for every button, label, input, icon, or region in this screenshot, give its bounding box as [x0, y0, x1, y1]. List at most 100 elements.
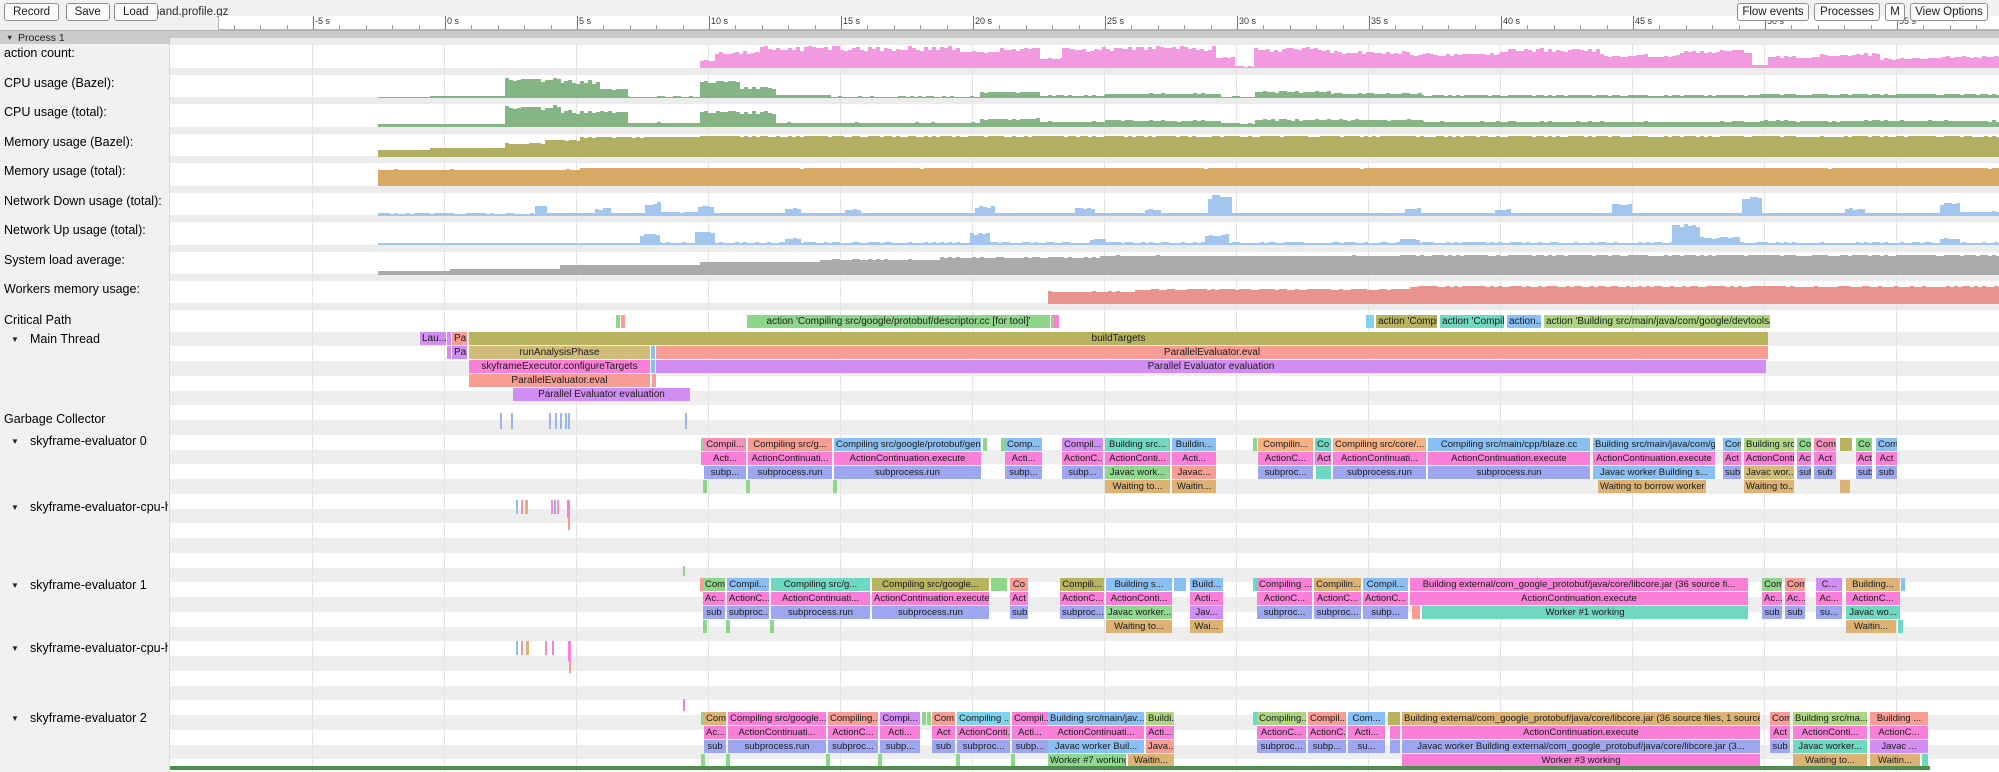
trace-event-bar[interactable]: action 'Compili... — [1440, 315, 1504, 328]
trace-event-bar[interactable]: subprocess.run — [771, 606, 870, 619]
trace-event-bar[interactable]: Parallel Evaluator evaluation — [656, 360, 1766, 373]
trace-event-bar[interactable]: su... — [1816, 606, 1842, 619]
trace-event-bar[interactable]: Compil... — [727, 578, 769, 591]
trace-event-bar[interactable]: Waitin... — [1172, 480, 1216, 493]
trace-event-sliver[interactable] — [726, 620, 730, 633]
trace-event-bar[interactable]: Jav... — [1190, 606, 1223, 619]
flow-events-button[interactable]: Flow events — [1737, 3, 1809, 21]
trace-event-bar[interactable]: Co — [1856, 438, 1872, 451]
sidebar-row-main-thread[interactable]: ▼Main Thread — [0, 332, 168, 347]
view-options-button[interactable]: View Options — [1910, 3, 1988, 21]
trace-event-bar[interactable]: ActionContinuation.execute — [1593, 452, 1715, 465]
trace-event-sliver[interactable] — [1390, 740, 1400, 753]
trace-event-bar[interactable]: Waiting to... — [1106, 620, 1172, 633]
trace-event-bar[interactable]: ActionC... — [828, 726, 878, 739]
trace-event-bar[interactable]: Building src... — [1105, 438, 1170, 451]
trace-event-bar[interactable]: ActionContinuati... — [1333, 452, 1426, 465]
trace-event-bar[interactable]: skyframeExecutor.configureTargets — [469, 360, 650, 373]
trace-event-bar[interactable]: Acti... — [1005, 452, 1042, 465]
trace-event-bar[interactable]: Javac... — [1172, 466, 1216, 479]
trace-event-bar[interactable]: action 'Compiling src/google/protobuf/de… — [747, 315, 1050, 328]
trace-event-bar[interactable]: Compiling src/google... — [728, 712, 826, 725]
trace-event-bar[interactable]: Compiling ... — [1257, 578, 1312, 591]
trace-event-sliver[interactable] — [922, 712, 926, 725]
counter-chart-action-count[interactable] — [170, 45, 1999, 68]
trace-event-bar[interactable]: sub — [1785, 606, 1805, 619]
counter-chart-memory-usage-total-[interactable] — [170, 163, 1999, 186]
gc-event-tick[interactable] — [511, 413, 513, 429]
processes-button[interactable]: Processes — [1814, 3, 1880, 21]
trace-event-bar[interactable]: Co — [1315, 438, 1331, 451]
trace-event-bar[interactable]: subprocess.run — [834, 466, 981, 479]
trace-event-bar[interactable]: ActionContinuati... — [771, 592, 870, 605]
trace-event-bar[interactable]: Com — [1785, 578, 1805, 591]
trace-event-sliver[interactable] — [1840, 438, 1852, 451]
trace-event-bar[interactable]: sub — [1814, 466, 1836, 479]
gc-event-tick[interactable] — [560, 413, 562, 429]
trace-event-bar[interactable]: Acti... — [1348, 726, 1385, 739]
trace-event-sliver[interactable] — [1412, 606, 1420, 619]
trace-event-bar[interactable]: sub — [1010, 606, 1028, 619]
trace-event-bar[interactable]: ActionConti... — [1106, 592, 1172, 605]
trace-event-bar[interactable]: sub — [704, 740, 726, 753]
counter-chart-network-down-usage-total-[interactable] — [170, 193, 1999, 216]
trace-event-bar[interactable]: ActionContinuati... — [748, 452, 832, 465]
cpu-heavy-event-tick[interactable] — [516, 641, 518, 655]
counter-chart-network-up-usage-total-[interactable] — [170, 222, 1999, 245]
trace-event-bar[interactable]: Building src/ma... — [1793, 712, 1867, 725]
trace-event-bar[interactable]: Javac work... — [1105, 466, 1170, 479]
trace-event-bar[interactable]: Javac worker... — [1793, 740, 1867, 753]
trace-event-bar[interactable]: ActionC... — [1062, 452, 1103, 465]
sidebar-row-skyframe-evaluator-cpu-heavy[interactable]: ▼skyframe-evaluator-cpu-heavy- — [0, 500, 168, 515]
trace-event-sliver[interactable] — [652, 374, 656, 387]
trace-event-bar[interactable]: Buildin... — [1172, 438, 1216, 451]
counter-chart-cpu-usage-total-[interactable] — [170, 104, 1999, 127]
trace-event-bar[interactable]: su... — [1348, 740, 1385, 753]
counter-chart-cpu-usage-bazel-[interactable] — [170, 75, 1999, 98]
trace-event-bar[interactable]: Building ... — [1870, 712, 1928, 725]
trace-event-bar[interactable]: action 'Building src/main/java/com/googl… — [1544, 315, 1770, 328]
trace-event-bar[interactable]: Building src... — [1744, 438, 1794, 451]
trace-event-bar[interactable]: subp... — [880, 740, 920, 753]
trace-event-bar[interactable]: subp... — [1005, 466, 1042, 479]
trace-event-bar[interactable]: subp... — [1012, 740, 1048, 753]
trace-event-bar[interactable]: Compiling src/google/protobuf/generat... — [834, 438, 981, 451]
trace-event-bar[interactable]: Wai... — [1190, 620, 1223, 633]
trace-event-bar[interactable]: Com — [704, 712, 726, 725]
trace-event-bar[interactable]: Ac... — [1762, 592, 1782, 605]
trace-event-bar[interactable]: Act — [1010, 592, 1028, 605]
load-button[interactable]: Load — [114, 3, 158, 21]
trace-event-bar[interactable]: subproc... — [1257, 606, 1312, 619]
trace-event-sliver[interactable] — [1901, 578, 1905, 591]
trace-event-bar[interactable]: Com — [1762, 578, 1782, 591]
cpu-heavy-event-tick[interactable] — [551, 500, 553, 514]
counter-chart-memory-usage-bazel-[interactable] — [170, 134, 1999, 157]
trace-event-bar[interactable]: Building src/main/jav... — [1048, 712, 1144, 725]
trace-event-bar[interactable]: ActionContinuation.execute — [1402, 726, 1760, 739]
trace-event-sliver[interactable] — [703, 620, 707, 633]
cpu-heavy-event-tick[interactable] — [552, 641, 554, 655]
trace-event-sliver[interactable] — [616, 315, 620, 328]
trace-event-sliver[interactable] — [1253, 438, 1257, 451]
gc-event-tick[interactable] — [565, 413, 567, 429]
trace-event-sliver[interactable] — [927, 712, 931, 725]
trace-event-bar[interactable]: Compili... — [1060, 578, 1104, 591]
trace-event-bar[interactable]: subprocess.run — [1333, 466, 1426, 479]
trace-event-bar[interactable]: Ac... — [1785, 592, 1805, 605]
trace-event-bar[interactable]: Waiting to... — [1744, 480, 1794, 493]
trace-event-bar[interactable]: Act — [932, 726, 955, 739]
trace-event-bar[interactable]: Acti... — [880, 726, 920, 739]
cpu-heavy-event-tick[interactable] — [568, 518, 570, 530]
m-button[interactable]: M — [1885, 3, 1905, 21]
trace-event-bar[interactable]: ActionContinuation.execute — [834, 452, 981, 465]
collapse-triangle-icon[interactable]: ▼ — [11, 335, 19, 344]
collapse-triangle-icon[interactable]: ▼ — [6, 33, 13, 42]
trace-event-bar[interactable]: Javac worker... — [1106, 606, 1172, 619]
trace-event-bar[interactable]: Compil... — [1363, 578, 1408, 591]
sidebar-row-skyframe-evaluator-cpu-heavy[interactable]: ▼skyframe-evaluator-cpu-heavy- — [0, 641, 168, 656]
trace-event-bar[interactable]: Com — [1770, 712, 1790, 725]
trace-event-bar[interactable]: Compiling src/core/... — [1333, 438, 1426, 451]
cpu-heavy-event-tick[interactable] — [526, 641, 529, 655]
trace-event-bar[interactable]: Compiling... — [828, 712, 878, 725]
gc-event-tick[interactable] — [685, 413, 687, 429]
